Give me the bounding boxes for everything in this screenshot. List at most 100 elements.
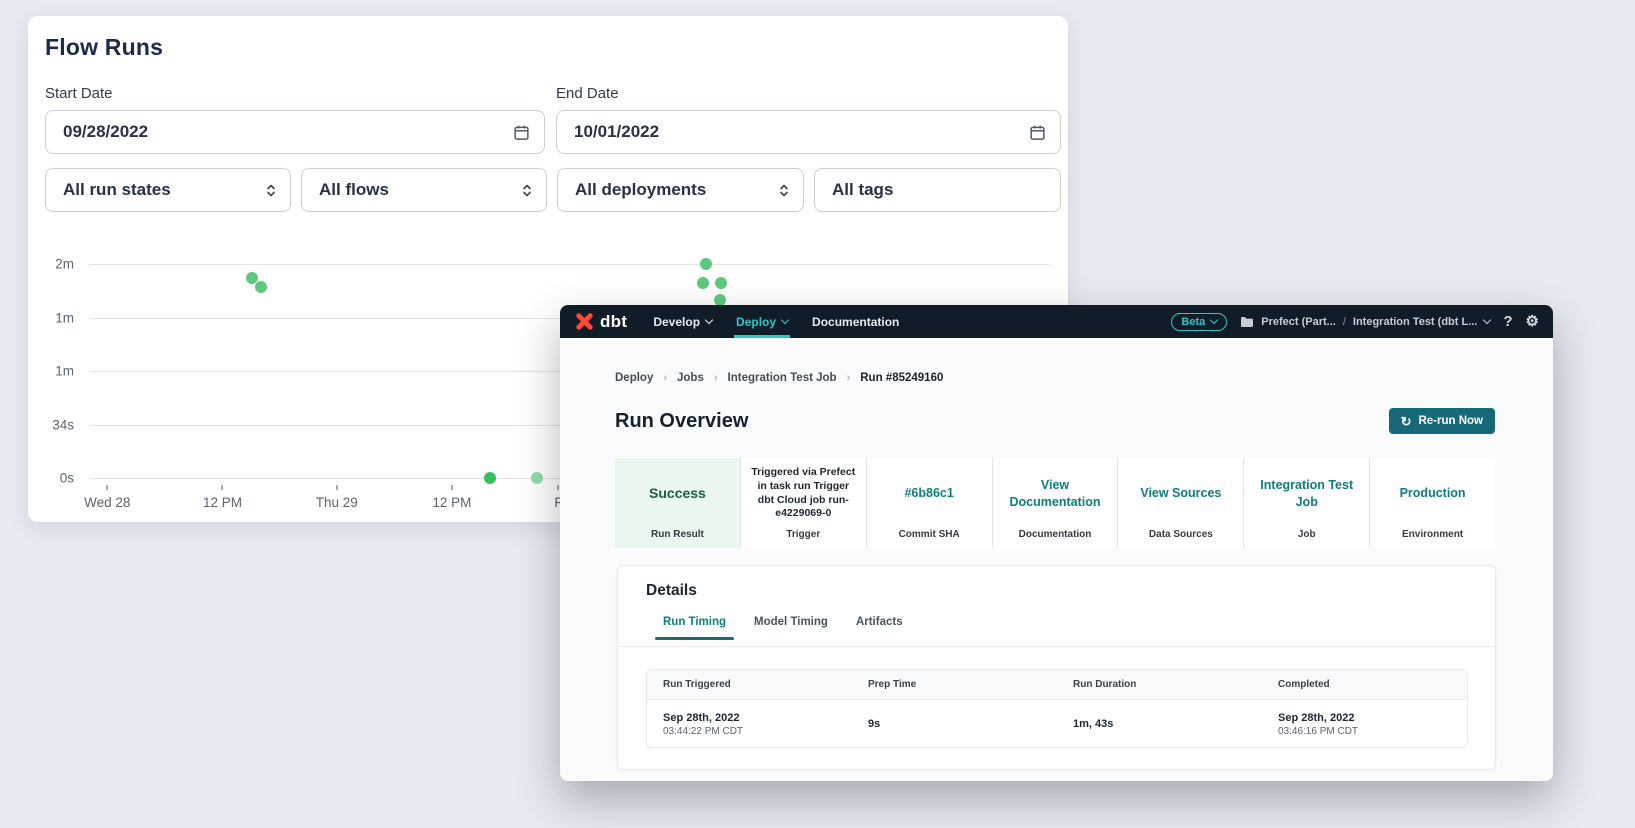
updown-chevron-icon <box>778 182 790 199</box>
chevron-down-icon <box>705 316 713 324</box>
start-date-value: 09/28/2022 <box>63 122 513 142</box>
details-title: Details <box>646 582 697 600</box>
nav-documentation-label: Documentation <box>812 315 899 329</box>
view-sources-link[interactable]: View Sources <box>1140 458 1221 529</box>
run-duration-value: 1m, 43s <box>1073 718 1262 730</box>
y-axis-tick-label: 1m <box>55 310 74 325</box>
updown-chevron-icon <box>521 182 533 199</box>
deployments-value: All deployments <box>575 180 778 200</box>
flow-run-point[interactable] <box>484 472 496 484</box>
help-icon[interactable]: ? <box>1503 314 1512 329</box>
end-date-value: 10/01/2022 <box>574 122 1029 142</box>
details-tabs: Run Timing Model Timing Artifacts <box>663 616 903 640</box>
commit-sha-caption: Commit SHA <box>899 529 960 540</box>
flow-run-point[interactable] <box>255 281 267 293</box>
x-axis-tick <box>451 485 453 490</box>
calendar-icon <box>1029 124 1046 141</box>
page-title: Run Overview <box>615 410 748 433</box>
cell-run-triggered: Sep 28th, 2022 03:44:22 PM CDT <box>647 712 852 737</box>
run-states-value: All run states <box>63 180 265 200</box>
trigger-value: Triggered via Prefect in task run Trigge… <box>749 458 858 529</box>
tab-run-timing[interactable]: Run Timing <box>663 616 726 640</box>
table-row: Sep 28th, 2022 03:44:22 PM CDT 9s 1m, 43… <box>647 700 1467 748</box>
dbt-logo[interactable]: dbt <box>574 311 627 332</box>
documentation-caption: Documentation <box>1019 529 1092 540</box>
completed-date: Sep 28th, 2022 <box>1278 712 1467 724</box>
nav-develop-label: Develop <box>653 315 700 329</box>
desktop: Flow Runs Start Date End Date 09/28/2022… <box>0 0 1635 828</box>
project-selector[interactable]: Prefect (Part... / Integration Test (dbt… <box>1240 316 1490 328</box>
flow-run-point[interactable] <box>715 277 727 289</box>
gear-icon[interactable]: ⚙ <box>1526 314 1539 329</box>
header-completed: Completed <box>1262 679 1467 690</box>
end-date-input[interactable]: 10/01/2022 <box>556 110 1061 154</box>
header-prep-time: Prep Time <box>852 679 1057 690</box>
x-axis-tick <box>336 485 338 490</box>
tags-select[interactable]: All tags <box>814 168 1061 212</box>
cell-run-duration: 1m, 43s <box>1057 718 1262 730</box>
details-card: Details Run Timing Model Timing Artifact… <box>617 565 1496 770</box>
chevron-down-icon <box>781 316 789 324</box>
project-separator: / <box>1343 316 1346 328</box>
run-states-select[interactable]: All run states <box>45 168 291 212</box>
flows-select[interactable]: All flows <box>301 168 547 212</box>
breadcrumb: Deploy › Jobs › Integration Test Job › R… <box>615 372 943 384</box>
beta-dropdown[interactable]: Beta <box>1171 313 1227 331</box>
chevron-down-icon <box>1483 316 1491 324</box>
view-documentation-link[interactable]: View Documentation <box>1001 458 1110 529</box>
status-card-commit-sha: #6b86c1 Commit SHA <box>866 458 992 548</box>
breadcrumb-separator: › <box>847 372 851 384</box>
x-axis-tick-label: Wed 28 <box>84 495 130 510</box>
job-caption: Job <box>1298 529 1316 540</box>
header-run-duration: Run Duration <box>1057 679 1262 690</box>
tabs-divider <box>618 646 1495 647</box>
x-axis-tick <box>106 485 108 490</box>
chart-gridline <box>90 264 1050 265</box>
start-date-input[interactable]: 09/28/2022 <box>45 110 545 154</box>
status-card-trigger: Triggered via Prefect in task run Trigge… <box>740 458 866 548</box>
breadcrumb-deploy[interactable]: Deploy <box>615 372 653 384</box>
cell-prep-time: 9s <box>852 718 1057 730</box>
dbt-content: Deploy › Jobs › Integration Test Job › R… <box>560 338 1553 781</box>
status-card-data-sources: View Sources Data Sources <box>1117 458 1243 548</box>
breadcrumb-job-name[interactable]: Integration Test Job <box>728 372 837 384</box>
nav-deploy[interactable]: Deploy <box>736 305 788 338</box>
run-triggered-time: 03:44:22 PM CDT <box>663 726 852 737</box>
environment-name: Integration Test (dbt L... <box>1353 316 1477 328</box>
status-card-run-result: Success Run Result <box>615 458 740 548</box>
updown-chevron-icon <box>265 182 277 199</box>
flow-run-point[interactable] <box>697 277 709 289</box>
dbt-cloud-window: dbt Develop Deploy Documentation Beta <box>560 305 1553 781</box>
environment-link[interactable]: Production <box>1400 458 1466 529</box>
job-link[interactable]: Integration Test Job <box>1252 458 1361 529</box>
tags-value: All tags <box>832 180 1047 200</box>
table-header-row: Run Triggered Prep Time Run Duration Com… <box>647 670 1467 700</box>
breadcrumb-separator: › <box>663 372 667 384</box>
deployments-select[interactable]: All deployments <box>557 168 804 212</box>
run-result-caption: Run Result <box>651 529 704 540</box>
data-sources-caption: Data Sources <box>1149 529 1213 540</box>
flow-runs-title: Flow Runs <box>45 34 163 61</box>
run-result-value: Success <box>649 458 706 529</box>
tab-model-timing[interactable]: Model Timing <box>754 616 828 640</box>
tab-artifacts[interactable]: Artifacts <box>856 616 903 640</box>
start-date-label: Start Date <box>45 85 113 102</box>
x-axis-tick-label: Thu 29 <box>316 495 358 510</box>
nav-develop[interactable]: Develop <box>653 305 712 338</box>
rerun-now-label: Re-run Now <box>1418 415 1483 427</box>
prep-time-value: 9s <box>868 718 1057 730</box>
calendar-icon <box>513 124 530 141</box>
completed-time: 03:46:16 PM CDT <box>1278 726 1467 737</box>
y-axis-tick-label: 0s <box>60 471 74 486</box>
cell-completed: Sep 28th, 2022 03:46:16 PM CDT <box>1262 712 1467 737</box>
nav-documentation[interactable]: Documentation <box>812 305 899 338</box>
flow-run-point[interactable] <box>531 472 543 484</box>
flow-run-point[interactable] <box>700 258 712 270</box>
dbt-logo-text: dbt <box>600 312 627 332</box>
rerun-now-button[interactable]: ↻ Re-run Now <box>1389 408 1495 434</box>
nav-deploy-label: Deploy <box>736 315 776 329</box>
run-triggered-date: Sep 28th, 2022 <box>663 712 852 724</box>
commit-sha-link[interactable]: #6b86c1 <box>904 458 953 529</box>
breadcrumb-jobs[interactable]: Jobs <box>677 372 704 384</box>
y-axis-tick-label: 1m <box>55 364 74 379</box>
